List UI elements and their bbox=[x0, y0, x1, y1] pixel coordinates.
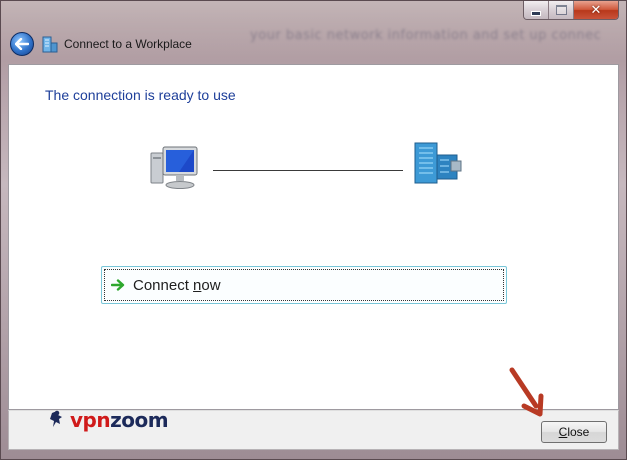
content-panel: The connection is ready to use Connect n… bbox=[8, 64, 619, 410]
maximize-icon bbox=[555, 5, 567, 15]
connect-now-link[interactable]: Connect now bbox=[101, 266, 507, 304]
workplace-icon bbox=[42, 36, 58, 53]
annotation-arrow-icon bbox=[509, 367, 544, 417]
window-title: Connect to a Workplace bbox=[64, 37, 192, 51]
close-window-button[interactable]: ✕ bbox=[574, 1, 618, 19]
brand-text: vpnzoom bbox=[70, 408, 169, 432]
computer-icon bbox=[150, 146, 198, 189]
vpnzoom-logo: vpnzoom bbox=[48, 408, 169, 432]
connect-now-label: Connect now bbox=[133, 276, 221, 294]
page-heading: The connection is ready to use bbox=[45, 87, 236, 103]
maximize-button[interactable] bbox=[549, 1, 574, 19]
back-arrow-icon bbox=[15, 38, 29, 50]
connection-line bbox=[213, 170, 403, 171]
background-window-text: your basic network information and set u… bbox=[250, 28, 602, 43]
minimize-button[interactable] bbox=[524, 1, 549, 19]
minimize-icon bbox=[532, 11, 540, 15]
window-controls: ✕ bbox=[523, 1, 619, 20]
close-button[interactable]: Close bbox=[541, 421, 607, 443]
workplace-server-icon bbox=[414, 142, 462, 184]
back-button[interactable] bbox=[10, 32, 34, 56]
close-icon: ✕ bbox=[590, 2, 602, 18]
vpnzoom-figure-icon bbox=[50, 410, 62, 427]
green-arrow-icon bbox=[111, 278, 125, 292]
